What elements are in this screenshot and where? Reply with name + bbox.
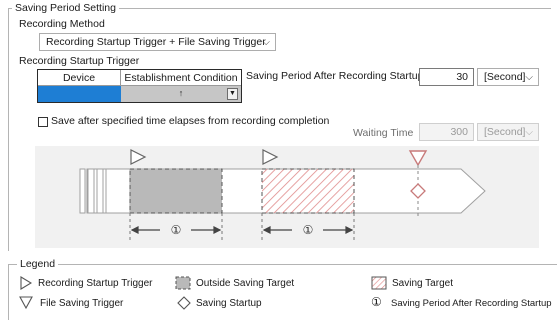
legend-border-top <box>8 264 557 265</box>
file-saving-trigger-icon <box>408 150 428 167</box>
legend-label-saving-startup: Saving Startup <box>196 298 262 309</box>
outside-saving-target-region <box>129 168 223 214</box>
circled-one-icon: ① <box>303 223 314 237</box>
trigger-table: Device Establishment Condition ↑ ▼ <box>37 69 242 103</box>
legend-label-saving-period-after-recording-startup: Saving Period After Recording Startup <box>391 298 552 309</box>
legend-label-outside-saving-target: Outside Saving Target <box>196 278 295 289</box>
waiting-time-unit-select[interactable]: [Second] ⌵ <box>477 123 539 141</box>
recording-method-select[interactable]: Recording Startup Trigger + File Saving … <box>39 33 276 51</box>
recording-method-label: Recording Method <box>19 18 105 30</box>
waiting-time-label: Waiting Time <box>353 127 414 139</box>
circled-one-icon: ① <box>371 295 382 309</box>
waiting-time-input[interactable]: 300 <box>419 123 474 141</box>
timing-diagram-svg: ① ① <box>79 149 486 242</box>
saving-period-after-label: Saving Period After Recording Startup <box>246 70 424 82</box>
device-cell[interactable] <box>38 86 121 102</box>
condition-cell[interactable]: ↑ <box>121 86 241 102</box>
recording-startup-trigger-label: Recording Startup Trigger <box>19 55 140 67</box>
outline-triangle-right-icon <box>20 276 32 290</box>
group-title: Saving Period Setting <box>12 2 119 14</box>
band-strip <box>96 168 104 214</box>
recording-startup-trigger-icon <box>262 149 279 165</box>
band-strip <box>105 168 131 214</box>
chevron-down-icon: ⌵ <box>262 37 270 48</box>
recording-method-value: Recording Startup Trigger + File Saving … <box>46 36 266 48</box>
rising-edge-value: ↑ <box>178 88 184 98</box>
saving-target-swatch-icon <box>371 276 387 290</box>
saving-target-region <box>261 168 355 214</box>
save-after-label: Save after specified time elapses from r… <box>51 115 330 127</box>
group-border-left <box>8 8 9 251</box>
band-strip <box>79 168 86 214</box>
save-after-checkbox[interactable] <box>38 117 48 127</box>
outline-triangle-down-icon <box>19 296 33 310</box>
waiting-time-unit-value: [Second] <box>484 126 526 138</box>
legend-border-left <box>8 264 9 320</box>
column-header-condition: Establishment Condition <box>121 70 241 86</box>
timing-diagram: ① ① <box>35 146 539 248</box>
diamond-icon <box>177 296 191 310</box>
circled-one-icon: ① <box>171 223 182 237</box>
legend-label-recording-startup-trigger: Recording Startup Trigger <box>38 278 153 289</box>
column-header-device: Device <box>38 70 121 86</box>
outside-saving-target-swatch-icon <box>175 276 191 290</box>
saving-period-unit-select[interactable]: [Second] ⌵ <box>477 68 539 86</box>
chevron-down-icon: ⌵ <box>525 127 533 138</box>
saving-period-after-input[interactable]: 30 <box>419 68 474 86</box>
legend-title: Legend <box>17 258 59 270</box>
band-strip <box>87 168 95 214</box>
chevron-down-icon: ⌵ <box>525 72 533 83</box>
recording-startup-trigger-icon <box>130 149 147 165</box>
saving-period-unit-value: [Second] <box>484 71 526 83</box>
condition-dropdown-button[interactable]: ▼ <box>227 88 238 100</box>
legend-label-saving-target: Saving Target <box>392 278 453 289</box>
legend-label-file-saving-trigger: File Saving Trigger <box>40 298 124 309</box>
